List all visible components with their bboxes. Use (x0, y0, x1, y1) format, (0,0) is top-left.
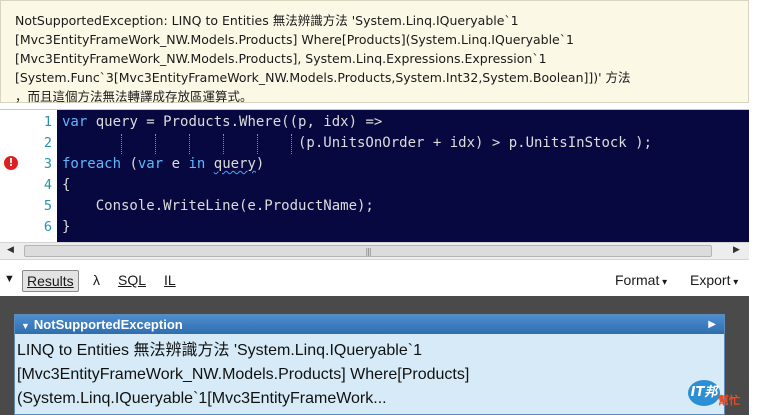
tab-results[interactable]: Results (22, 270, 79, 292)
format-dropdown[interactable]: Format (615, 272, 667, 288)
keyword: var (137, 156, 164, 172)
keyword: foreach (62, 156, 122, 172)
error-message-line: [System.Func`3[Mvc3EntityFrameWork_NW.Mo… (15, 70, 631, 85)
scrollbar-thumb[interactable]: ||| (24, 245, 712, 257)
expand-right-icon[interactable]: ▶ (708, 315, 716, 334)
export-dropdown[interactable]: Export (690, 272, 738, 288)
code-text: query = Products.Where((p, idx) => (87, 114, 383, 130)
chevron-down-icon[interactable]: ▼ (21, 321, 30, 331)
line-number: 6 (43, 219, 52, 235)
code-text: ( (121, 156, 138, 172)
line-number: 2 (43, 135, 52, 151)
logo-tag: 幫忙 (718, 394, 740, 407)
code-line-5: Console.WriteLine(e.ProductName); (62, 198, 374, 214)
exception-message-line: [Mvc3EntityFrameWork_NW.Models.Products]… (17, 366, 470, 383)
exception-card: ▼ NotSupportedException ▶ LINQ to Entitie… (14, 314, 725, 415)
results-panel: ▼ NotSupportedException ▶ LINQ to Entitie… (0, 296, 749, 415)
code-text-area[interactable]: var query = Products.Where((p, idx) => (… (57, 110, 749, 243)
line-number: 3 (43, 156, 52, 172)
exception-message-line: (System.Linq.IQueryable`1[Mvc3EntityFram… (17, 390, 387, 407)
tab-lambda[interactable]: λ (93, 272, 100, 288)
exception-type: NotSupportedException (33, 317, 183, 332)
tab-sql[interactable]: SQL (118, 272, 146, 288)
keyword: var (62, 114, 88, 130)
exception-message: LINQ to Entities 無法辨識方法 'System.Linq.IQu… (17, 339, 720, 411)
tab-il[interactable]: IL (164, 272, 176, 288)
error-message-line: ，而且這個方法無法轉譯成存放區運算式。 (15, 89, 253, 104)
error-banner: NotSupportedException: LINQ to Entities … (0, 0, 749, 104)
code-text: e (163, 156, 189, 172)
code-line-2: (p.UnitsOnOrder + idx) > p.UnitsInStock … (62, 135, 653, 151)
code-line-3: foreach (var e in query) (62, 154, 264, 175)
collapse-toggle-icon[interactable]: ▼ (4, 273, 15, 285)
code-line-6: } (62, 219, 71, 235)
line-number: 5 (43, 198, 52, 214)
error-message-line: NotSupportedException: LINQ to Entities … (15, 13, 519, 28)
line-number: 4 (43, 177, 52, 193)
editor-gutter[interactable]: ! 1 2 3 4 5 6 (0, 110, 57, 243)
error-squiggle-query[interactable]: query (214, 156, 256, 172)
logo-bubble: IT邦 (688, 380, 720, 406)
error-message-line: [Mvc3EntityFrameWork_NW.Models.Products]… (15, 32, 574, 47)
error-circle-icon[interactable]: ! (4, 156, 18, 170)
watermark-logo: IT邦 幫忙 (688, 378, 750, 410)
exception-message-line: LINQ to Entities 無法辨識方法 'System.Linq.IQu… (17, 342, 422, 359)
code-line-1: var query = Products.Where((p, idx) => (62, 112, 382, 133)
scroll-left-arrow-icon[interactable]: ◀ (7, 245, 14, 255)
line-number: 1 (43, 114, 52, 130)
results-toolbar: ▼ Results λ SQL IL Format Export (0, 268, 749, 294)
keyword: in (188, 156, 206, 172)
scroll-right-arrow-icon[interactable]: ▶ (733, 245, 740, 255)
code-editor[interactable]: ! 1 2 3 4 5 6 var query = Products.Where… (0, 109, 749, 243)
code-text: ) (255, 156, 265, 172)
exception-card-header[interactable]: ▼ NotSupportedException ▶ (15, 315, 724, 334)
error-message-line: [Mvc3EntityFrameWork_NW.Models.Products]… (15, 51, 547, 66)
code-line-4: { (62, 177, 71, 193)
scrollbar-grip-icon: ||| (365, 247, 371, 256)
horizontal-scrollbar[interactable]: ◀ ||| ▶ (0, 242, 749, 260)
